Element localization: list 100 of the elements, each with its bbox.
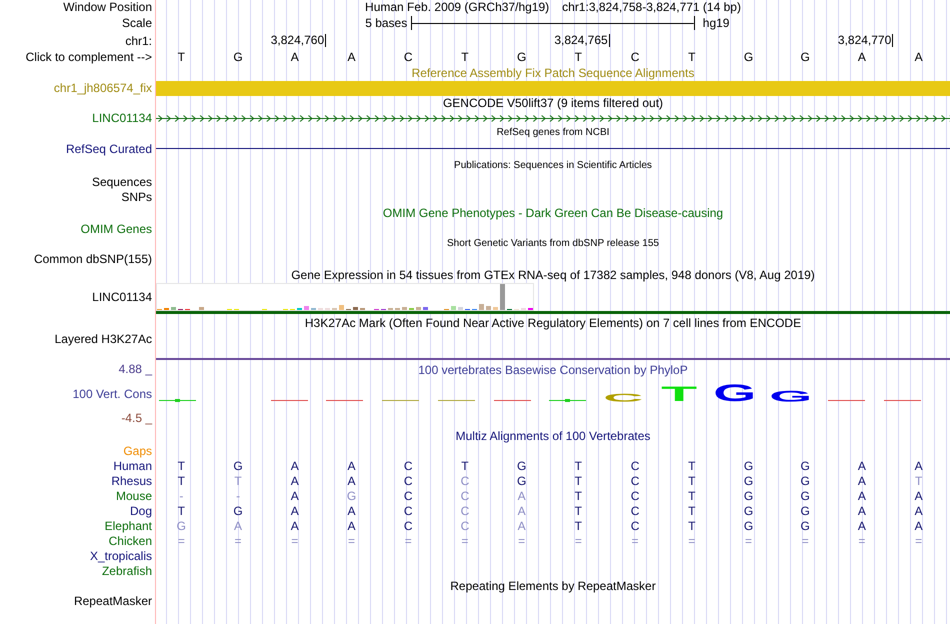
aligned-base: G — [516, 474, 526, 488]
aligned-base: A — [914, 488, 923, 502]
base-letter: A — [858, 50, 866, 64]
aligned-base: A — [290, 458, 299, 472]
species-label[interactable]: Chicken — [108, 534, 152, 548]
track-title: Repeating Elements by RepeatMasker — [450, 578, 656, 592]
aligned-base: C — [404, 488, 413, 502]
track-label[interactable]: LINC01134 — [92, 290, 152, 304]
aligned-base: G — [744, 474, 754, 488]
aligned-base: G — [744, 458, 754, 472]
assembly-label: hg19 — [702, 16, 730, 30]
aligned-base: A — [290, 474, 299, 488]
logo-letter: T — [661, 387, 698, 402]
base-letter: T — [574, 50, 582, 64]
aligned-base: T — [688, 488, 696, 502]
logo-letter: C — [604, 394, 644, 402]
species-label[interactable]: Human — [113, 458, 152, 472]
aligned-base: = — [518, 534, 526, 548]
species-label[interactable]: Dog — [130, 504, 152, 518]
aligned-base: = — [574, 534, 582, 548]
aligned-base: = — [234, 534, 242, 548]
aligned-base: C — [630, 474, 640, 488]
row-label: Scale — [122, 16, 152, 30]
track-label[interactable]: Layered H3K27Ac — [54, 332, 152, 346]
aligned-base: A — [858, 518, 866, 532]
expression-bar — [416, 307, 421, 310]
base-letter: A — [290, 50, 299, 64]
aligned-base: = — [348, 534, 355, 548]
track-label[interactable]: RepeatMasker — [74, 594, 152, 608]
track-label[interactable]: SNPs — [121, 190, 152, 204]
aligned-base: A — [518, 488, 526, 502]
track-label[interactable]: LINC01134 — [92, 111, 152, 125]
aligned-base: A — [914, 504, 923, 518]
aligned-base: C — [460, 474, 470, 488]
track-label[interactable]: Sequences — [92, 174, 152, 188]
aligned-base: T — [688, 518, 696, 532]
aligned-base: T — [688, 458, 696, 472]
species-label[interactable]: Rhesus — [111, 474, 152, 488]
aligned-base: C — [404, 504, 413, 518]
aligned-base: T — [574, 488, 582, 502]
aligned-base: G — [176, 518, 186, 532]
aligned-base: = — [858, 534, 866, 548]
species-label[interactable]: Zebrafish — [102, 564, 152, 578]
aligned-base: = — [178, 534, 185, 548]
base-letter: T — [461, 50, 469, 64]
aligned-base: = — [802, 534, 809, 548]
species-label[interactable]: Mouse — [116, 488, 152, 502]
aligned-base: T — [178, 504, 186, 518]
aligned-base: = — [461, 534, 468, 548]
expression-bar — [402, 307, 407, 310]
aligned-base: A — [518, 504, 526, 518]
aligned-base: = — [632, 534, 639, 548]
aligned-base: T — [914, 474, 922, 488]
base-letter: G — [233, 50, 243, 64]
track-title: GENCODE V50lift37 (9 items filtered out) — [442, 96, 664, 110]
aligned-base: A — [234, 518, 242, 532]
expression-bar — [451, 306, 456, 310]
aligned-base: A — [518, 518, 526, 532]
aligned-base: A — [914, 458, 923, 472]
aligned-base: C — [460, 518, 470, 532]
expression-bar — [199, 307, 204, 310]
aligned-base: = — [915, 534, 922, 548]
aligned-base: G — [346, 488, 356, 502]
aligned-base: C — [630, 518, 640, 532]
aligned-base: G — [516, 458, 526, 472]
aligned-base: = — [291, 534, 298, 548]
aligned-base: C — [404, 518, 413, 532]
aligned-base: C — [404, 474, 413, 488]
expression-bar — [479, 304, 484, 310]
track-label[interactable]: Common dbSNP(155) — [34, 252, 152, 266]
track-title: H3K27Ac Mark (Often Found Near Active Regulatory Elements) on 7 cell lines from ENCODE — [304, 316, 802, 330]
scale-span-label: 5 bases — [365, 16, 408, 30]
base-letter: G — [516, 50, 526, 64]
base-letter: A — [347, 50, 356, 64]
track-label[interactable]: OMIM Genes — [80, 222, 152, 236]
position-label: 3,824,765 — [554, 34, 610, 47]
track-label[interactable]: RefSeq Curated — [66, 142, 152, 156]
aligned-base: C — [630, 458, 640, 472]
base-letter: T — [688, 50, 696, 64]
species-label[interactable]: X_tropicalis — [90, 548, 152, 562]
position-label: 3,824,770 — [838, 34, 894, 47]
logo-letter: G — [713, 385, 756, 402]
aligned-base: C — [630, 504, 640, 518]
aligned-base: = — [404, 534, 412, 548]
species-label[interactable]: Elephant — [104, 518, 152, 532]
position-range: chr1:3,824,758-3,824,771 (14 bp) — [562, 0, 741, 14]
track-label[interactable]: 100 Vert. Cons — [72, 386, 152, 400]
axis-min-label: -4.5 _ — [121, 411, 152, 425]
position-label: 3,824,760 — [270, 34, 326, 47]
aligned-base: A — [914, 518, 923, 532]
complement-link[interactable]: Click to complement --> — [26, 50, 152, 64]
chromosome-label: chr1: — [125, 34, 152, 48]
expression-bar — [171, 307, 176, 310]
base-letter: C — [404, 50, 413, 64]
track-title: Short Genetic Variants from dbSNP release 155 — [447, 236, 659, 250]
aligned-base: A — [858, 488, 866, 502]
aligned-base: G — [233, 504, 243, 518]
axis-max-label: 4.88 _ — [118, 362, 152, 376]
aligned-base: A — [347, 518, 356, 532]
aligned-base: = — [744, 534, 752, 548]
